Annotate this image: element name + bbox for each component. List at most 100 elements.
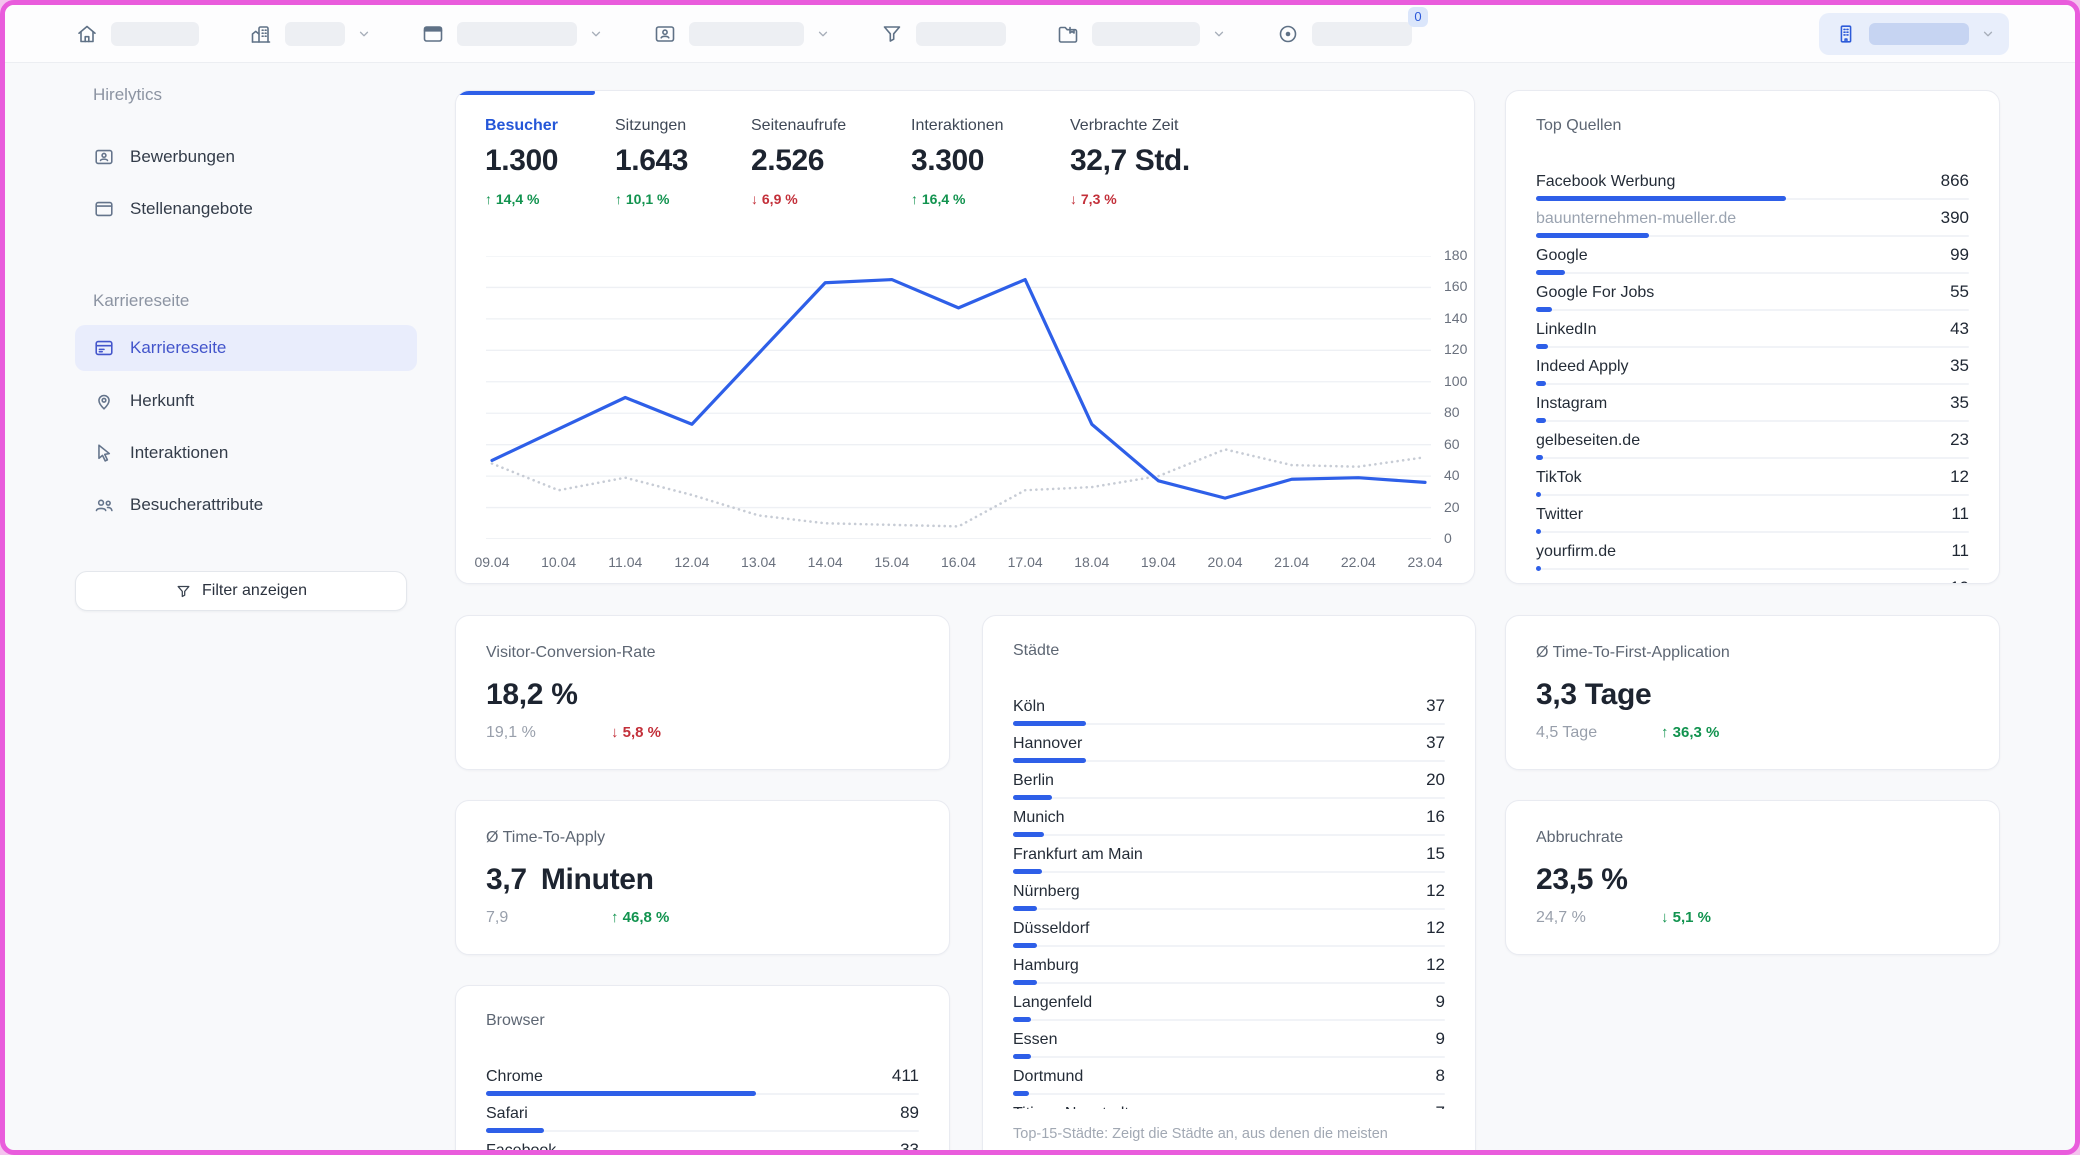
app-window: 0 Hirelytics BewerbungenStellenangebote … (0, 0, 2080, 1155)
item-value: 37 (1426, 695, 1445, 717)
item-label: Langenfeld (1013, 992, 1092, 1014)
item-label: Instagram (1536, 393, 1607, 415)
window-icon[interactable] (421, 22, 445, 46)
folder-bookmark-icon[interactable] (1056, 22, 1080, 46)
kpi-value: 18,2 % (486, 678, 919, 712)
sidebar-item-stellenangebote[interactable]: Stellenangebote (75, 187, 417, 231)
toolbar-placeholder[interactable] (285, 22, 345, 46)
chevron-down-icon[interactable] (816, 27, 830, 41)
kpi-value: 23,5 % (1536, 863, 1969, 897)
card-title: Visitor-Conversion-Rate (486, 644, 919, 662)
kpi-value: 3,3 Tage (1536, 678, 1969, 712)
tab-verbrachte-zeit[interactable]: Verbrachte Zeit32,7 Std.↓ 7,3 % (1070, 117, 1290, 207)
tab-delta: ↑ 16,4 % (911, 191, 1070, 207)
item-value: 390 (1941, 207, 1969, 229)
cursor-icon (93, 442, 115, 464)
toolbar-group-page[interactable] (421, 22, 603, 46)
y-tick: 160 (1444, 278, 1467, 294)
item-bar (1536, 196, 1969, 201)
sidebar-spacer (75, 239, 417, 291)
tab-value: 1.643 (615, 144, 751, 178)
item-value: 10 (1950, 577, 1969, 584)
toolbar-placeholder[interactable] (916, 22, 1006, 46)
toolbar-placeholder[interactable] (457, 22, 577, 46)
chevron-down-icon[interactable] (589, 27, 603, 41)
id-card-icon (93, 146, 115, 168)
tab-seitenaufrufe[interactable]: Seitenaufrufe2.526↓ 6,9 % (751, 117, 911, 207)
item-value: 20 (1426, 769, 1445, 791)
item-value: 89 (900, 1102, 919, 1124)
list-item: Köln37 (1013, 695, 1445, 726)
item-value: 35 (1950, 355, 1969, 377)
item-bar (1536, 492, 1969, 497)
kpi-previous-value: 24,7 % (1536, 909, 1631, 927)
item-bar (486, 1091, 919, 1096)
time-to-apply-card: Ø Time-To-Apply 3,7Minuten 7,9↑ 46,8 % (455, 800, 950, 955)
tab-label: Verbrachte Zeit (1070, 117, 1290, 135)
chevron-down-icon[interactable] (357, 27, 371, 41)
home-icon[interactable] (75, 22, 99, 46)
list-item: LinkedIn43 (1536, 318, 1969, 349)
y-tick: 180 (1444, 247, 1467, 263)
toolbar-group-company[interactable] (249, 22, 371, 46)
item-bar (1013, 869, 1445, 874)
list-item: Dortmund8 (1013, 1065, 1445, 1096)
map-pin-icon (93, 390, 115, 412)
sidebar-item-herkunft[interactable]: Herkunft (75, 379, 417, 423)
x-tick: 10.04 (533, 554, 585, 570)
show-filters-button[interactable]: Filter anzeigen (75, 571, 407, 611)
building-icon[interactable] (249, 22, 273, 46)
toolbar-group-candidate[interactable] (653, 22, 830, 46)
toolbar-placeholder[interactable] (1312, 22, 1412, 46)
tab-value: 3.300 (911, 144, 1070, 178)
sidebar-item-karriereseite[interactable]: Karriereseite (75, 325, 417, 371)
toolbar-placeholder[interactable] (111, 22, 199, 46)
item-bar (1536, 529, 1969, 534)
item-label: Nürnberg (1013, 881, 1080, 903)
x-tick: 18.04 (1066, 554, 1118, 570)
target-icon[interactable] (1276, 22, 1300, 46)
tab-besucher[interactable]: Besucher1.300↑ 14,4 % (485, 117, 615, 207)
toolbar-placeholder[interactable] (689, 22, 804, 46)
list-item: Indeed Apply35 (1536, 355, 1969, 386)
x-tick: 20.04 (1199, 554, 1251, 570)
item-label: Safari (486, 1103, 528, 1125)
chevron-down-icon[interactable] (1212, 27, 1226, 41)
list-item: Langenfeld9 (1013, 991, 1445, 1022)
line-chart (486, 256, 1431, 539)
toolbar-group-folder[interactable] (1056, 22, 1226, 46)
visitors-chart-card: Besucher1.300↑ 14,4 %Sitzungen1.643↑ 10,… (455, 90, 1475, 584)
kpi-previous-value: 4,5 Tage (1536, 724, 1631, 742)
item-bar (1536, 307, 1969, 312)
toolbar-group-home[interactable] (75, 22, 199, 46)
sidebar-item-besucherattribute[interactable]: Besucherattribute (75, 483, 417, 527)
list-item: Google For Jobs 55 (1536, 281, 1969, 312)
cities-footnote: Top-15-Städte: Zeigt die Städte an, aus … (1013, 1124, 1445, 1144)
toolbar-group-target[interactable]: 0 (1276, 22, 1412, 46)
list-item: Hannover37 (1013, 732, 1445, 763)
list-item: Nürnberg12 (1013, 880, 1445, 911)
tab-delta: ↓ 6,9 % (751, 191, 911, 207)
tab-sitzungen[interactable]: Sitzungen1.643↑ 10,1 % (615, 117, 751, 207)
card-icon (93, 337, 115, 359)
item-label: … (1536, 578, 1552, 584)
card-title: Ø Time-To-Apply (486, 829, 919, 847)
toolbar-placeholder[interactable] (1092, 22, 1200, 46)
id-card-icon[interactable] (653, 22, 677, 46)
account-switcher-button[interactable] (1819, 13, 2009, 55)
list-item: bauunternehmen-mueller.de390 (1536, 207, 1969, 238)
sidebar-item-bewerbungen[interactable]: Bewerbungen (75, 135, 417, 179)
item-label: Google For Jobs (1536, 282, 1654, 304)
item-bar (1536, 566, 1969, 571)
item-value: 16 (1426, 806, 1445, 828)
item-bar (1013, 1091, 1445, 1096)
item-value: 55 (1950, 281, 1969, 303)
funnel-icon[interactable] (880, 22, 904, 46)
item-label: Twitter (1536, 504, 1583, 526)
tab-interaktionen[interactable]: Interaktionen3.300↑ 16,4 % (911, 117, 1070, 207)
x-tick: 12.04 (666, 554, 718, 570)
toolbar-group-filter[interactable] (880, 22, 1006, 46)
list-item: Titisee-Neustadt7 (1013, 1102, 1445, 1109)
sidebar-item-interaktionen[interactable]: Interaktionen (75, 431, 417, 475)
browser-list: Chrome411Safari89Facebook33 (486, 1065, 919, 1155)
